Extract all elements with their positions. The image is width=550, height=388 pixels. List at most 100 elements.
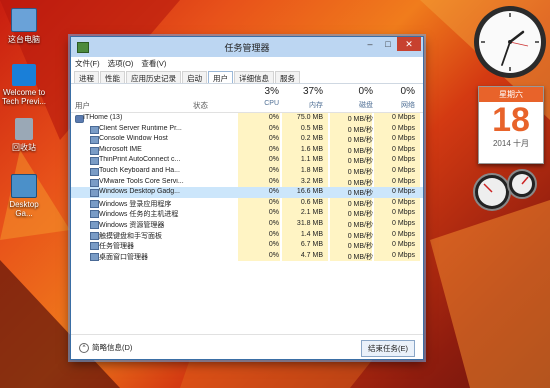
tab-startup[interactable]: 启动 [182,71,207,83]
cpu-value: 0% [268,188,279,196]
process-icon [90,210,99,219]
process-list: ITHome (13) 0% 75.0 MB 0 MB/秒 0 Mbps Client S… [71,113,423,262]
net-value: 0 Mbps [392,230,415,238]
end-task-button[interactable]: 结束任务(E) [361,340,415,357]
menu-file[interactable]: 文件(F) [75,58,100,69]
clock-gadget[interactable] [470,2,550,82]
fewer-details-button[interactable]: ^ 简略信息(D) [79,342,132,354]
process-icon [90,125,99,134]
net-value: 0 Mbps [392,251,415,259]
cpu-value: 0% [268,156,279,164]
mem-value: 0.2 MB [300,135,323,143]
tab-details[interactable]: 详细信息 [234,71,274,83]
net-value: 0 Mbps [392,209,415,217]
desktop-icon-desktop-gadgets[interactable]: Desktop Ga... [2,174,46,218]
table-row[interactable]: Windows 资源管理器 0% 31.8 MB 0 MB/秒 0 Mbps [71,218,423,230]
maximize-button[interactable]: □ [379,37,397,51]
tab-performance[interactable]: 性能 [100,71,125,83]
memory-total: 37% [302,86,323,97]
process-name: Windows 资源管理器 [99,221,165,229]
net-value: 0 Mbps [392,166,415,174]
tab-users[interactable]: 用户 [208,71,233,83]
column-disk[interactable]: 磁盘 [329,100,373,110]
desktop-icon-welcome[interactable]: Welcome to Tech Previ... [2,64,46,106]
desktop-icon-this-pc[interactable]: 这台电脑 [2,8,46,45]
net-value: 0 Mbps [392,241,415,249]
process-name: Touch Keyboard and Ha... [99,166,180,174]
column-status[interactable]: 状态 [193,100,208,111]
process-icon [90,157,99,166]
desktop-icon-recycle-bin[interactable]: 回收站 [2,118,46,153]
cpu-value: 0% [268,251,279,259]
disk-value: 0 MB/秒 [347,253,373,261]
table-row[interactable]: Touch Keyboard and Ha... 0% 1.8 MB 0 MB/秒 0 … [71,165,423,177]
table-row[interactable]: 任务管理器 0% 6.7 MB 0 MB/秒 0 Mbps [71,240,423,251]
mem-value: 1.1 MB [300,156,323,164]
column-network[interactable]: 网络 [371,100,415,110]
mem-value: 1.4 MB [300,230,323,238]
net-value: 0 Mbps [392,114,415,121]
tab-processes[interactable]: 进程 [74,71,99,83]
cpu-value: 0% [268,124,279,132]
table-row[interactable]: Microsoft IME 0% 1.6 MB 0 MB/秒 0 Mbps [71,144,423,156]
menu-bar: 文件(F) 选项(O) 查看(V) [71,57,423,69]
cpu-value: 0% [268,198,279,206]
disk-value: 0 MB/秒 [347,179,373,187]
column-cpu[interactable]: CPU [235,100,279,107]
calendar-gadget[interactable]: 星期六 18 2014 十月 [478,86,544,164]
process-name: Windows 登录应用程序 [99,200,172,208]
minimize-button[interactable]: – [361,37,379,51]
tab-app-history[interactable]: 应用历史记录 [126,71,181,83]
cpu-value: 0% [268,219,279,227]
computer-icon [11,8,37,32]
cpu-value: 0% [268,241,279,249]
process-icon [90,231,99,240]
net-value: 0 Mbps [392,135,415,143]
process-name: 触摸键盘和手写面板 [99,232,162,240]
table-row[interactable]: 桌面窗口管理器 0% 4.7 MB 0 MB/秒 0 Mbps [71,250,423,262]
net-value: 0 Mbps [392,124,415,132]
disk-value: 0 MB/秒 [347,147,373,155]
process-name: VMware Tools Core Servi... [99,177,184,185]
menu-options[interactable]: 选项(O) [108,58,134,69]
cpu-value: 0% [268,177,279,185]
table-row[interactable]: VMware Tools Core Servi... 0% 3.2 MB 0 MB/秒… [71,176,423,188]
close-button[interactable]: ✕ [397,37,421,51]
table-row[interactable]: Windows 任务的主机进程 0% 2.1 MB 0 MB/秒 0 Mbps [71,208,423,219]
desktop-icon-label: 这台电脑 [8,35,40,44]
table-row[interactable]: Windows 登录应用程序 0% 0.6 MB 0 MB/秒 0 Mbps [71,197,423,209]
disk-value: 0 MB/秒 [347,158,373,166]
mem-value: 4.7 MB [300,251,323,259]
process-name: Console Window Host [99,135,168,143]
mem-value: 0.6 MB [300,198,323,206]
disk-value: 0 MB/秒 [347,116,373,123]
tab-bar: 进程 性能 应用历史记录 启动 用户 详细信息 服务 [71,71,423,84]
process-name: ITHome (13) [83,114,123,121]
tab-services[interactable]: 服务 [275,71,300,83]
user-group-row[interactable]: ITHome (13) 0% 75.0 MB 0 MB/秒 0 Mbps [71,113,423,124]
title-bar[interactable]: 任务管理器 – □ ✕ [71,37,423,57]
recycle-bin-icon [15,118,33,140]
cpu-meter-gadget[interactable] [470,164,550,214]
table-row[interactable]: ThinPrint AutoConnect c... 0% 1.1 MB 0 MB/秒… [71,155,423,166]
disk-value: 0 MB/秒 [347,200,373,208]
table-row[interactable]: Windows Desktop Gadg... 0% 16.6 MB 0 MB/秒 0 … [71,187,423,198]
process-name: Microsoft IME [99,145,142,153]
menu-view[interactable]: 查看(V) [141,58,166,69]
process-name: Windows Desktop Gadg... [99,188,180,196]
table-row[interactable]: Client Server Runtime Pr... 0% 0.5 MB 0 MB/… [71,123,423,135]
process-icon [90,178,99,187]
table-row[interactable]: 触摸键盘和手写面板 0% 1.4 MB 0 MB/秒 0 Mbps [71,229,423,241]
network-total: 0% [400,86,415,97]
cpu-total: 3% [264,86,279,97]
disk-value: 0 MB/秒 [347,168,373,176]
table-row[interactable]: Console Window Host 0% 0.2 MB 0 MB/秒 0 Mbps [71,134,423,145]
column-user[interactable]: 用户 [75,100,90,111]
mem-value: 16.6 MB [296,188,323,196]
disk-value: 0 MB/秒 [347,126,373,134]
net-value: 0 Mbps [392,219,415,227]
net-value: 0 Mbps [392,198,415,206]
process-icon [90,189,99,198]
column-memory[interactable]: 内存 [279,100,323,110]
mem-value: 31.8 MB [296,219,323,227]
